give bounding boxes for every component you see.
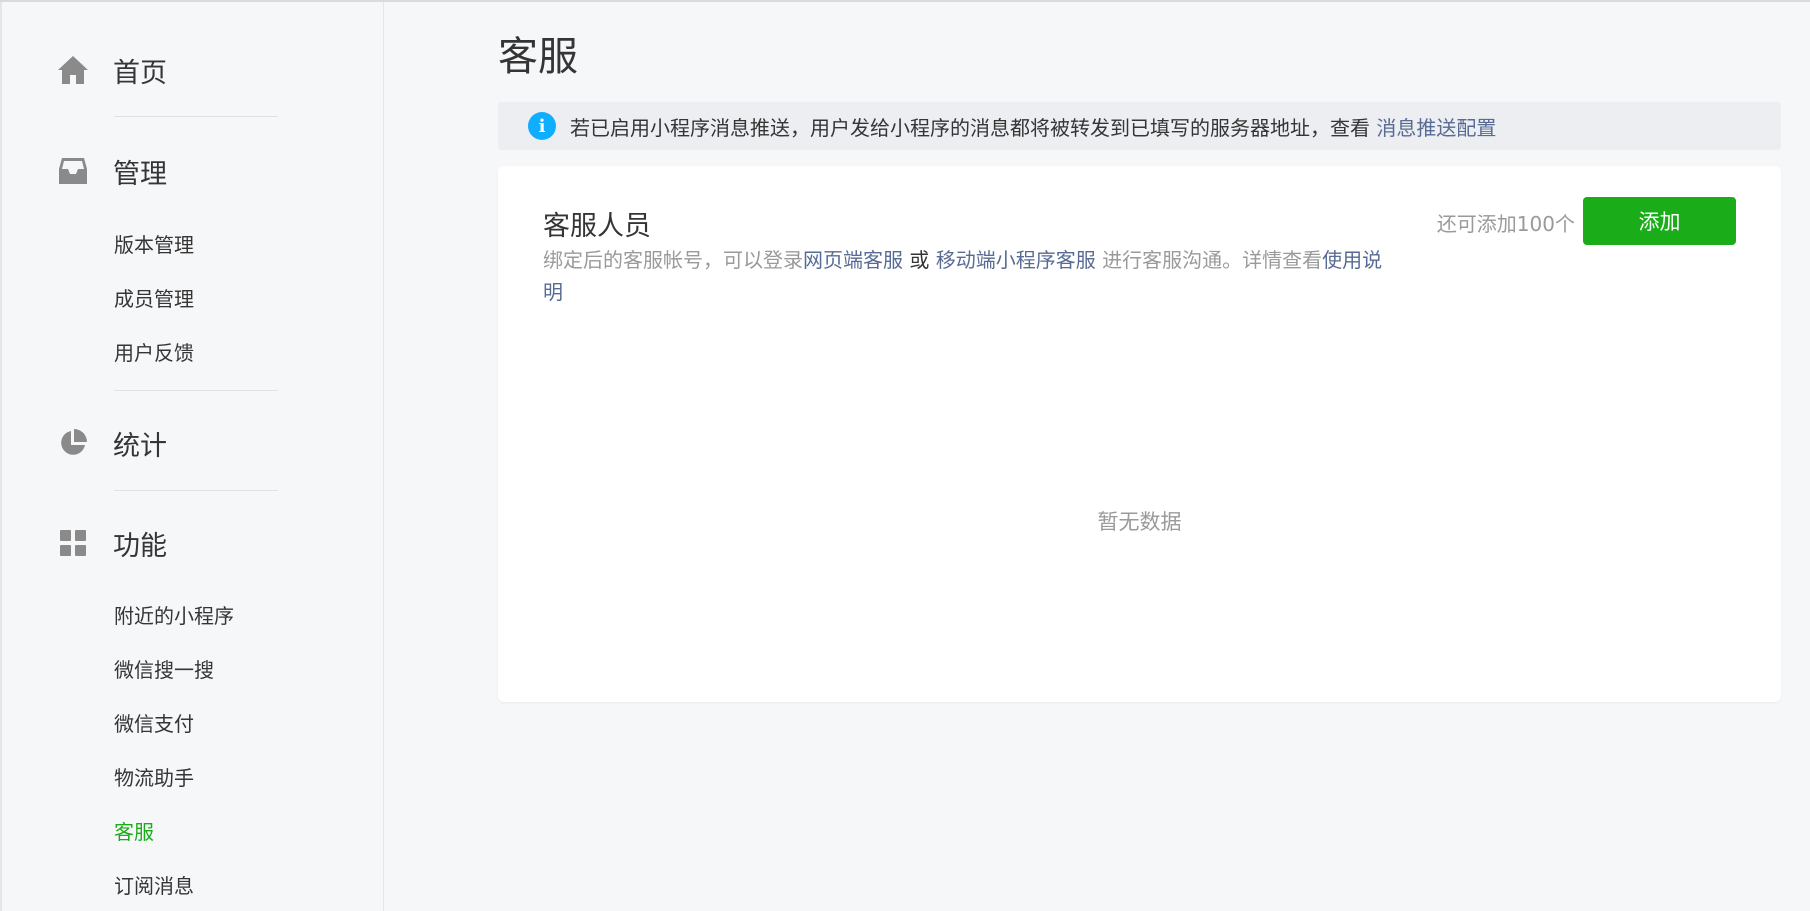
push-config-link[interactable]: 消息推送配置 <box>1376 116 1496 140</box>
notice-message: 若已启用小程序消息推送，用户发给小程序的消息都将被转发到已填写的服务器地址，查看 <box>570 115 1370 140</box>
quota-text: 还可添加100个 <box>1436 212 1575 236</box>
sidebar-item-customer-service[interactable]: 客服 <box>114 818 154 846</box>
sidebar-item-members[interactable]: 成员管理 <box>114 285 194 313</box>
sidebar-item-version[interactable]: 版本管理 <box>114 231 194 259</box>
customer-service-card: 客服人员 绑定后的客服帐号，可以登录网页端客服 或 移动端小程序客服 进行客服沟… <box>498 166 1781 702</box>
card-title: 客服人员 <box>543 211 651 242</box>
notice-text: 若已启用小程序消息推送，用户发给小程序的消息都将被转发到已填写的服务器地址，查看… <box>570 112 1496 141</box>
page-title: 客服 <box>498 34 578 80</box>
desc-text: 绑定后的客服帐号，可以登录 <box>543 248 803 272</box>
sidebar-section-label: 管理 <box>113 158 167 190</box>
sidebar-divider <box>114 116 278 117</box>
web-cs-link[interactable]: 网页端客服 <box>803 248 903 272</box>
sidebar-section-label: 统计 <box>113 430 167 462</box>
card-description: 绑定后的客服帐号，可以登录网页端客服 或 移动端小程序客服 进行客服沟通。详情查… <box>543 244 1398 308</box>
mobile-cs-link[interactable]: 移动端小程序客服 <box>936 248 1096 272</box>
sidebar-section-features[interactable]: 功能 <box>56 523 167 563</box>
sidebar-item-search[interactable]: 微信搜一搜 <box>114 656 214 684</box>
pie-chart-icon <box>56 426 90 460</box>
inbox-icon <box>56 154 90 188</box>
add-button[interactable]: 添加 <box>1583 197 1736 245</box>
notice-bar: i 若已启用小程序消息推送，用户发给小程序的消息都将被转发到已填写的服务器地址，… <box>498 102 1781 150</box>
sidebar-section-manage[interactable]: 管理 <box>56 151 167 191</box>
sidebar-item-feedback[interactable]: 用户反馈 <box>114 339 194 367</box>
home-icon <box>56 53 90 87</box>
grid-icon <box>56 526 90 560</box>
sidebar: 首页 管理 版本管理 成员管理 用户反馈 统计 功能 附近的小程序 微信搜一搜 … <box>0 2 384 911</box>
sidebar-section-stats[interactable]: 统计 <box>56 423 167 463</box>
sidebar-item-subscribe[interactable]: 订阅消息 <box>114 872 194 900</box>
desc-or: 或 <box>903 248 936 272</box>
sidebar-item-nearby[interactable]: 附近的小程序 <box>114 602 234 630</box>
sidebar-section-label: 首页 <box>113 57 167 89</box>
sidebar-item-pay[interactable]: 微信支付 <box>114 710 194 738</box>
sidebar-edge <box>0 2 2 911</box>
page: 首页 管理 版本管理 成员管理 用户反馈 统计 功能 附近的小程序 微信搜一搜 … <box>0 0 1810 911</box>
sidebar-item-logistics[interactable]: 物流助手 <box>114 764 194 792</box>
empty-state: 暂无数据 <box>1097 510 1182 534</box>
sidebar-divider <box>114 390 278 391</box>
info-icon: i <box>528 112 556 140</box>
sidebar-section-home[interactable]: 首页 <box>56 50 167 90</box>
sidebar-section-label: 功能 <box>113 530 167 562</box>
sidebar-divider <box>114 490 278 491</box>
desc-text: 进行客服沟通。详情查看 <box>1095 248 1323 272</box>
